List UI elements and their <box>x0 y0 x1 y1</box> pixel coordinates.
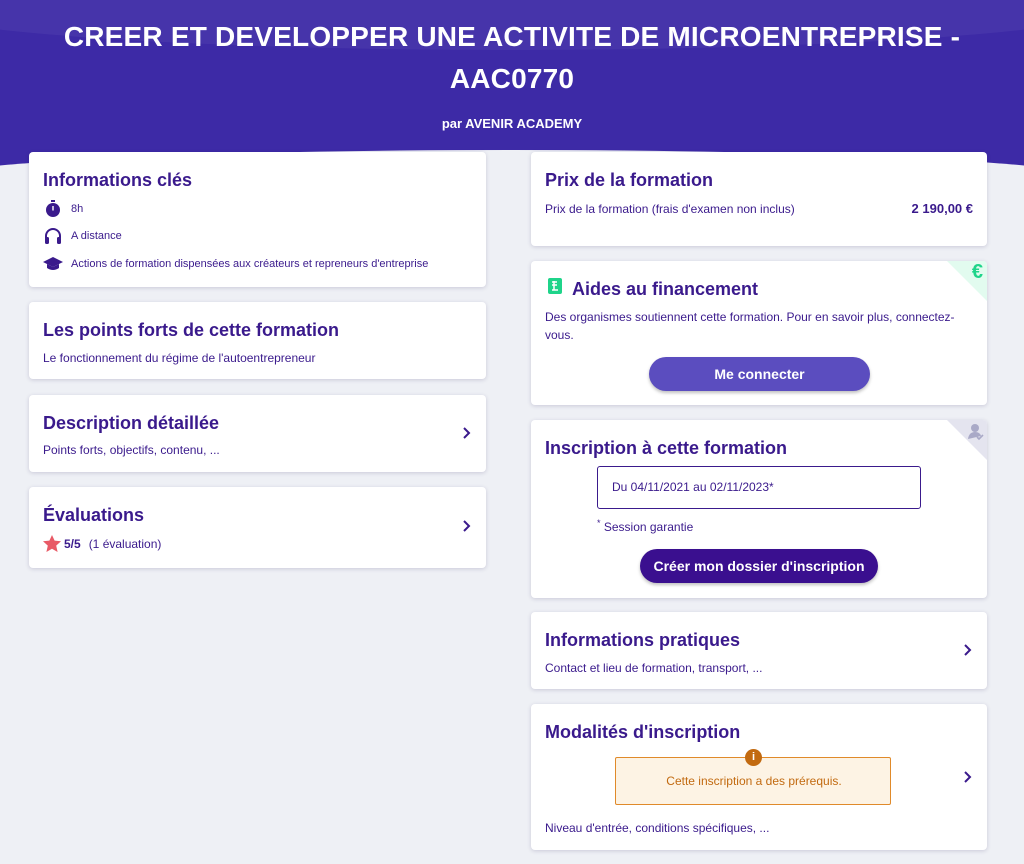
modalities-text: Niveau d'entrée, conditions spécifiques,… <box>545 821 770 835</box>
login-button[interactable]: Me connecter <box>649 357 870 391</box>
page-subtitle: par AVENIR ACADEMY <box>441 116 583 131</box>
duration-value: 8h <box>71 203 84 215</box>
price-card: Prix de la formation Prix de la formatio… <box>531 152 987 246</box>
graduation-cap-icon <box>43 254 63 274</box>
euro-icon: € <box>971 261 983 283</box>
euro-corner: € <box>947 261 987 301</box>
mode-row: A distance <box>43 226 122 246</box>
chevron-right-icon[interactable] <box>961 770 975 784</box>
stopwatch-icon <box>43 199 63 219</box>
headphones-icon <box>43 226 63 246</box>
practical-text: Contact et lieu de formation, transport,… <box>545 661 763 675</box>
user-check-corner <box>947 420 987 460</box>
chevron-right-icon[interactable] <box>460 519 474 533</box>
modalities-title: Modalités d'inscription <box>545 722 741 742</box>
funding-text: Des organismes soutiennent cette formati… <box>545 310 955 342</box>
category-row: Actions de formation dispensées aux créa… <box>43 254 428 274</box>
price-label: Prix de la formation (frais d'examen non… <box>545 202 795 216</box>
prerequisite-alert-text: Cette inscription a des prérequis. <box>666 774 842 788</box>
description-text: Points forts, objectifs, contenu, ... <box>43 443 220 457</box>
registration-title: Inscription à cette formation <box>545 438 788 458</box>
evaluations-title: Évaluations <box>43 505 145 525</box>
session-select[interactable]: Du 04/11/2021 au 02/11/2023* <box>597 466 921 509</box>
strengths-text: Le fonctionnement du régime de l'autoent… <box>43 351 316 365</box>
rating-count: (1 évaluation) <box>88 536 162 551</box>
prerequisite-alert: i Cette inscription a des prérequis. <box>615 749 891 805</box>
price-amount: 2 190,00 € <box>911 201 973 216</box>
funding-title: Aides au financement <box>572 279 759 299</box>
mode-value: A distance <box>71 230 122 242</box>
rating-row: 5/5 (1 évaluation) <box>43 535 161 552</box>
funding-icon <box>548 278 562 294</box>
key-info-card: Informations clés 8h A distance Actions … <box>29 152 486 287</box>
rating-score: 5/5 <box>64 536 81 551</box>
session-note-text: Session garantie <box>603 520 694 534</box>
chevron-right-icon[interactable] <box>961 643 975 657</box>
strengths-title: Les points forts de cette formation <box>43 320 340 340</box>
page-title: CREER ET DEVELOPPER UNE ACTIVITE DE MICR… <box>63 21 961 94</box>
star-icon <box>43 535 61 552</box>
practical-title: Informations pratiques <box>545 630 741 650</box>
duration-row: 8h <box>43 199 83 219</box>
chevron-right-icon[interactable] <box>460 426 474 440</box>
session-note: * Session garantie <box>597 518 693 534</box>
description-card[interactable]: Description détaillée Points forts, obje… <box>29 395 486 472</box>
modalities-card[interactable]: Modalités d'inscription i Cette inscript… <box>531 704 987 850</box>
registration-card: Inscription à cette formation Du 04/11/2… <box>531 420 987 598</box>
evaluations-card[interactable]: Évaluations 5/5 (1 évaluation) <box>29 487 486 568</box>
info-icon: i <box>745 749 762 766</box>
key-info-title: Informations clés <box>43 170 193 190</box>
description-title: Description détaillée <box>43 413 220 433</box>
session-note-star: * <box>597 518 601 528</box>
funding-card: € Aides au financement Des organismes so… <box>531 261 987 405</box>
create-application-button[interactable]: Créer mon dossier d'inscription <box>640 549 878 583</box>
strengths-card: Les points forts de cette formation Le f… <box>29 302 486 379</box>
category-value: Actions de formation dispensées aux créa… <box>71 258 429 270</box>
practical-card[interactable]: Informations pratiques Contact et lieu d… <box>531 612 987 689</box>
price-title: Prix de la formation <box>545 170 714 190</box>
